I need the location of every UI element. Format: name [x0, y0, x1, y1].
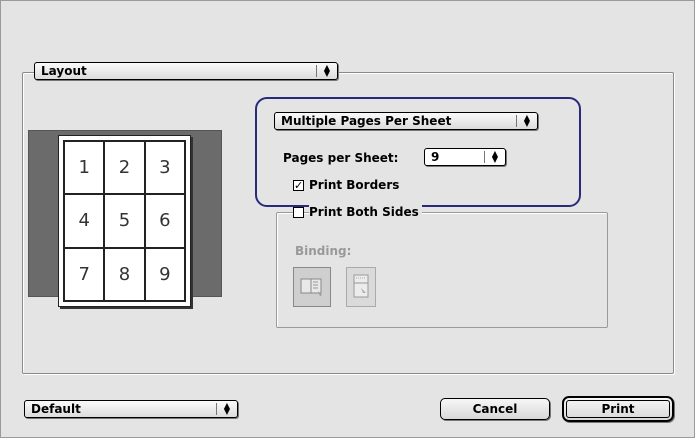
binding-label: Binding:	[295, 244, 352, 258]
multiple-pages-popup-label: Multiple Pages Per Sheet	[281, 114, 452, 128]
popup-divider	[516, 115, 517, 127]
presets-popup[interactable]: Default ▲ ▼	[24, 400, 238, 418]
popup-divider	[484, 151, 485, 163]
print-both-sides-checkbox[interactable]	[293, 207, 304, 218]
print-borders-checkbox[interactable]: ✓	[293, 180, 304, 191]
popup-arrows-icon: ▲ ▼	[223, 401, 231, 416]
preview-cell: 5	[104, 194, 145, 248]
pages-per-sheet-label: Pages per Sheet:	[283, 151, 399, 165]
popup-arrows-icon: ▲ ▼	[491, 149, 499, 164]
popup-divider	[216, 403, 217, 415]
preview-cell: 6	[144, 194, 185, 248]
presets-popup-label: Default	[31, 402, 81, 416]
preview-cell: 8	[104, 247, 145, 301]
preview-cell: 9	[144, 247, 185, 301]
cancel-button[interactable]: Cancel	[440, 398, 550, 420]
print-borders-label[interactable]: Print Borders	[309, 178, 399, 192]
short-edge-binding-icon	[353, 274, 369, 298]
multiple-pages-popup[interactable]: Multiple Pages Per Sheet ▲ ▼	[274, 112, 538, 130]
short-edge-binding-button[interactable]	[346, 267, 376, 307]
long-edge-binding-icon	[300, 278, 322, 296]
preview-cell: 3	[144, 141, 185, 195]
print-both-sides-label[interactable]: Print Both Sides	[309, 205, 422, 219]
layout-popup[interactable]: Layout ▲ ▼	[34, 62, 338, 80]
page-preview-grid: 1 2 3 4 5 6 7 8 9	[63, 140, 186, 302]
page-preview-sheet: 1 2 3 4 5 6 7 8 9	[58, 135, 191, 307]
preview-cell: 2	[104, 141, 145, 195]
layout-popup-label: Layout	[41, 64, 87, 78]
popup-divider	[316, 65, 317, 77]
pages-per-sheet-popup[interactable]: 9 ▲ ▼	[424, 148, 506, 166]
popup-arrows-icon: ▲ ▼	[523, 113, 531, 128]
pages-per-sheet-value: 9	[431, 150, 440, 164]
preview-cell: 1	[64, 141, 105, 195]
preview-cell: 4	[64, 194, 105, 248]
long-edge-binding-button[interactable]	[293, 267, 331, 307]
popup-arrows-icon: ▲ ▼	[323, 63, 331, 78]
preview-cell: 7	[64, 247, 105, 301]
print-button[interactable]: Print	[562, 396, 674, 422]
